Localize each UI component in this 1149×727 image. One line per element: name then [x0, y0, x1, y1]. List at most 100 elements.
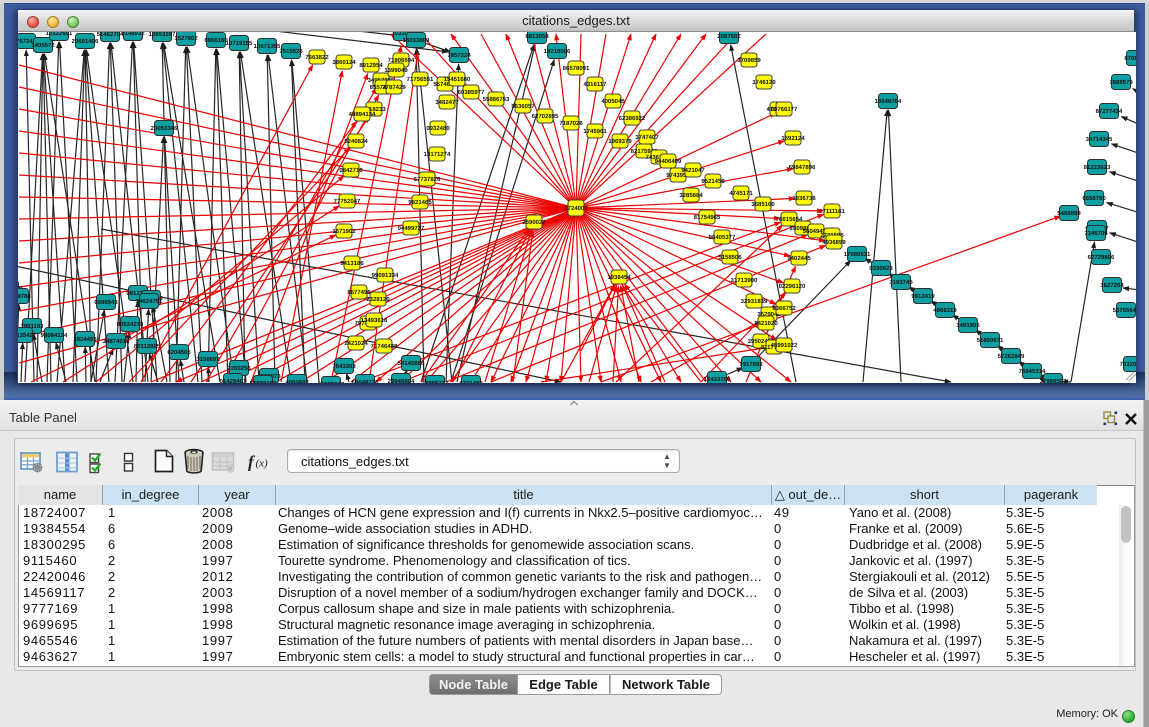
svg-text:36995777: 36995777: [422, 380, 449, 383]
svg-text:76320163: 76320163: [1120, 361, 1136, 368]
svg-text:5240824: 5240824: [344, 138, 368, 145]
svg-text:16033809: 16033809: [403, 37, 430, 44]
svg-text:1824493: 1824493: [73, 336, 97, 343]
svg-text:8721489: 8721489: [459, 380, 483, 383]
svg-text:0842710: 0842710: [339, 167, 363, 174]
svg-text:71746488: 71746488: [371, 343, 398, 350]
svg-text:4316117: 4316117: [583, 81, 607, 88]
svg-text:1671902: 1671902: [332, 228, 356, 235]
svg-text:9521456: 9521456: [701, 178, 725, 185]
svg-text:20691406: 20691406: [72, 38, 99, 45]
svg-text:6658760: 6658760: [1082, 195, 1106, 202]
svg-text:62702895: 62702895: [532, 113, 559, 120]
svg-text:01429401: 01429401: [220, 378, 247, 383]
svg-text:3158692: 3158692: [196, 356, 220, 363]
svg-text:7515526: 7515526: [279, 48, 303, 55]
svg-text:1836736: 1836736: [792, 195, 816, 202]
svg-text:8421020: 8421020: [754, 320, 778, 327]
svg-text:96405377: 96405377: [709, 234, 736, 241]
svg-text:(x): (x): [256, 458, 269, 470]
svg-text:25135427: 25135427: [18, 332, 37, 339]
svg-text:7187026: 7187026: [559, 120, 583, 127]
svg-text:45991022: 45991022: [771, 342, 798, 349]
svg-text:7193745: 7193745: [889, 279, 913, 286]
svg-text:87277434: 87277434: [1096, 108, 1123, 115]
svg-text:8148932: 8148932: [121, 32, 145, 37]
svg-text:61595148: 61595148: [318, 381, 345, 383]
svg-text:77752047: 77752047: [334, 198, 361, 205]
svg-text:04499727: 04499727: [398, 225, 425, 232]
svg-text:71756551: 71756551: [407, 76, 434, 83]
svg-text:7346706: 7346706: [1084, 230, 1108, 237]
svg-text:55886753: 55886753: [483, 96, 510, 103]
svg-text:0330923: 0330923: [869, 265, 893, 272]
svg-text:27111161: 27111161: [819, 208, 845, 215]
svg-text:3685160: 3685160: [751, 201, 775, 208]
svg-text:1746120: 1746120: [752, 79, 776, 86]
svg-text:2590027: 2590027: [522, 219, 546, 226]
svg-text:1627204: 1627204: [1100, 282, 1124, 289]
svg-text:5158506: 5158506: [718, 254, 742, 261]
svg-text:34714345: 34714345: [1086, 136, 1113, 143]
svg-text:2087682: 2087682: [717, 33, 741, 40]
svg-text:32931839: 32931839: [741, 298, 768, 305]
svg-text:55698169: 55698169: [250, 380, 277, 383]
svg-text:62386922: 62386922: [619, 115, 646, 122]
svg-text:2421024: 2421024: [344, 340, 368, 347]
svg-text:99091334: 99091334: [372, 272, 399, 279]
svg-text:9413186: 9413186: [340, 260, 364, 267]
svg-text:7663822: 7663822: [305, 54, 329, 61]
svg-text:7889579: 7889579: [1109, 79, 1133, 86]
svg-text:9821465: 9821465: [408, 199, 432, 206]
svg-text:9636057: 9636057: [511, 103, 535, 110]
svg-text:5009788: 5009788: [18, 293, 31, 300]
svg-text:49894134: 49894134: [349, 111, 376, 118]
svg-text:13433200: 13433200: [704, 376, 731, 383]
svg-text:81223623: 81223623: [1084, 164, 1111, 171]
svg-text:8708317: 8708317: [1124, 55, 1136, 62]
svg-text:34624751: 34624751: [136, 298, 163, 305]
svg-text:17080531: 17080531: [844, 251, 871, 258]
svg-text:31713900: 31713900: [731, 277, 758, 284]
svg-text:8366752: 8366752: [772, 305, 796, 312]
svg-text:4060883: 4060883: [285, 379, 309, 383]
svg-text:13171274: 13171274: [424, 151, 451, 158]
svg-text:37996507: 37996507: [1040, 378, 1067, 383]
svg-text:60385977: 60385977: [458, 89, 485, 96]
svg-text:86578091: 86578091: [563, 65, 590, 72]
svg-text:3709859: 3709859: [737, 57, 761, 64]
svg-text:3860124: 3860124: [332, 59, 356, 66]
svg-text:0932480: 0932480: [426, 125, 450, 132]
svg-text:16648784: 16648784: [875, 98, 902, 105]
svg-text:10122691: 10122691: [46, 32, 73, 37]
svg-text:1527602: 1527602: [174, 35, 198, 42]
svg-text:1745961: 1745961: [583, 128, 607, 135]
svg-text:8813054: 8813054: [525, 33, 549, 40]
svg-text:7543303: 7543303: [332, 363, 356, 370]
svg-text:2328120: 2328120: [366, 296, 390, 303]
svg-text:51462704: 51462704: [97, 32, 124, 38]
svg-text:9912419: 9912419: [911, 293, 935, 300]
svg-text:1399049: 1399049: [384, 67, 408, 74]
svg-text:00766177: 00766177: [771, 106, 798, 113]
svg-text:10671355: 10671355: [254, 43, 281, 50]
svg-text:34874016: 34874016: [103, 338, 130, 345]
svg-text:7917693: 7917693: [739, 361, 763, 368]
svg-text:53755646: 53755646: [1113, 307, 1136, 314]
svg-text:1491905: 1491905: [956, 322, 980, 329]
svg-text:4966319: 4966319: [933, 307, 957, 314]
svg-text:94406409: 94406409: [655, 158, 682, 165]
svg-text:8912954: 8912954: [359, 62, 383, 69]
svg-text:00524278: 00524278: [117, 321, 144, 328]
svg-text:81754965: 81754965: [694, 214, 721, 221]
svg-text:3482477: 3482477: [435, 99, 459, 106]
svg-text:02296120: 02296120: [779, 283, 806, 290]
svg-text:98084124: 98084124: [41, 332, 68, 339]
svg-text:62729806: 62729806: [1088, 254, 1115, 261]
svg-text:4745171: 4745171: [729, 190, 753, 197]
svg-text:1405572: 1405572: [31, 42, 55, 49]
svg-text:57262849: 57262849: [998, 353, 1025, 360]
svg-text:1969379: 1969379: [608, 138, 632, 145]
svg-text:1724007: 1724007: [564, 205, 588, 212]
svg-text:13493618: 13493618: [361, 317, 388, 324]
